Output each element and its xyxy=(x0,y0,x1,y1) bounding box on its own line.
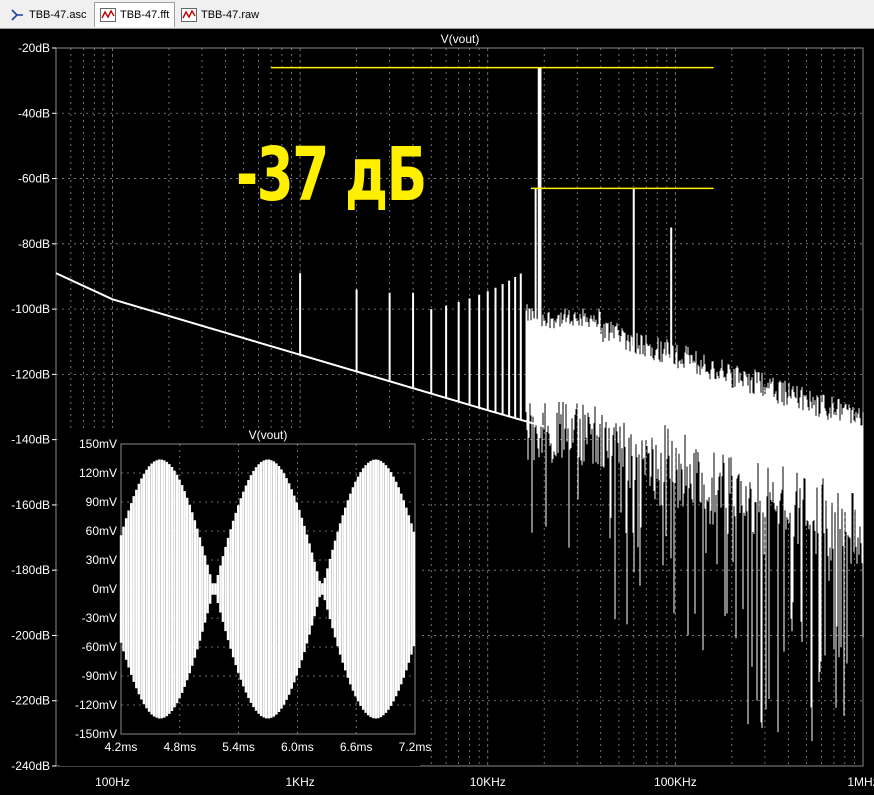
tab-fft[interactable]: TBB-47.fft xyxy=(94,2,176,27)
inset-x-tick-label: 4.8ms xyxy=(163,740,196,754)
inset-x-tick-label: 6.6ms xyxy=(340,740,373,754)
fft-y-tick-label: -20dB xyxy=(18,41,50,55)
fft-y-tick-label: -40dB xyxy=(18,106,50,120)
inset-x-tick-label: 7.2ms xyxy=(399,740,432,754)
fft-x-tick-label: 10KHz xyxy=(470,775,506,789)
fft-y-tick-label: -240dB xyxy=(11,759,50,773)
fft-y-tick-label: -200dB xyxy=(11,628,50,642)
fft-chart-title: V(vout) xyxy=(441,32,480,46)
fft-y-tick-label: -60dB xyxy=(18,172,50,186)
inset-y-tick-label: 120mV xyxy=(79,466,117,480)
fft-x-tick-label: 100Hz xyxy=(95,775,130,789)
fft-y-tick-label: -140dB xyxy=(11,433,50,447)
fft-x-tick-label: 1KHz xyxy=(285,775,314,789)
inset-x-tick-label: 6.0ms xyxy=(281,740,314,754)
inset-x-tick-label: 4.2ms xyxy=(105,740,138,754)
schematic-icon xyxy=(11,9,23,21)
inset-y-tick-label: 0mV xyxy=(92,582,117,596)
fft-plot[interactable]: -20dB -40dB -60dB -80dB -100dB -120dB -140dB -1… xyxy=(0,28,874,795)
inset-y-tick-label: -30mV xyxy=(82,611,117,625)
fft-y-tick-label: -220dB xyxy=(11,694,50,708)
inset-y-tick-label: -60mV xyxy=(82,640,117,654)
inset-y-tick-label: -120mV xyxy=(75,698,117,712)
fft-trace-noise xyxy=(525,304,864,742)
fft-x-tick-label: 100KHz xyxy=(654,775,697,789)
attenuation-annotation: -37 дБ xyxy=(236,132,427,218)
inset-y-tick-label: -150mV xyxy=(75,727,117,741)
tab-bar: TBB-47.asc TBB-47.fft TBB-47.raw xyxy=(0,0,874,29)
fft-y-tick-label: -100dB xyxy=(11,302,50,316)
fft-y-tick-label: -180dB xyxy=(11,563,50,577)
fft-y-tick-label: -80dB xyxy=(18,237,50,251)
inset-y-tick-label: 60mV xyxy=(86,524,117,538)
inset-y-tick-label: 150mV xyxy=(79,437,117,451)
waveform-icon xyxy=(181,8,197,22)
inset-y-tick-label: 30mV xyxy=(86,553,117,567)
tab-asc[interactable]: TBB-47.asc xyxy=(4,4,91,26)
fft-y-tick-label: -120dB xyxy=(11,367,50,381)
waveform-icon xyxy=(100,8,116,22)
tab-raw-label: TBB-47.raw xyxy=(201,9,260,21)
tab-asc-label: TBB-47.asc xyxy=(29,9,87,21)
tab-raw[interactable]: TBB-47.raw xyxy=(176,4,264,26)
inset-y-tick-label: 90mV xyxy=(86,495,117,509)
fft-y-tick-label: -160dB xyxy=(11,498,50,512)
tab-fft-label: TBB-47.fft xyxy=(120,9,170,21)
fft-x-tick-label: 1MHz xyxy=(847,775,874,789)
inset-chart-title: V(vout) xyxy=(249,428,288,442)
inset-y-tick-label: -90mV xyxy=(82,669,117,683)
inset-x-tick-label: 5.4ms xyxy=(222,740,255,754)
